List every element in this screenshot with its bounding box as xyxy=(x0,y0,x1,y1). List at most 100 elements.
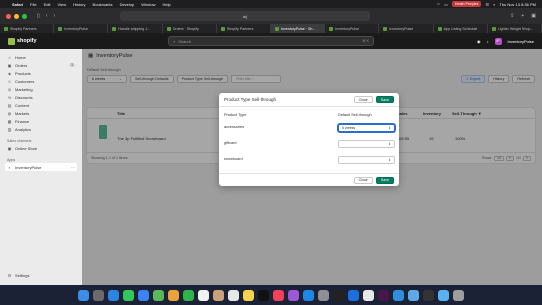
close-window-icon[interactable] xyxy=(6,13,11,19)
new-tab-icon[interactable]: + xyxy=(521,13,524,19)
calendar-icon[interactable] xyxy=(198,289,209,301)
podcasts-icon[interactable] xyxy=(288,289,299,301)
sidebar-item-markets[interactable]: ◍ Markets xyxy=(5,109,77,117)
snowboard-sell-through-select[interactable]: ⇕ xyxy=(338,156,395,164)
tv-icon[interactable] xyxy=(258,289,269,301)
folder-icon[interactable] xyxy=(438,289,449,301)
customers-icon: ☺ xyxy=(7,78,12,84)
appstore-icon[interactable] xyxy=(303,289,314,301)
tab-1[interactable]: InventoryPulse xyxy=(54,24,109,33)
home-icon: ⌂ xyxy=(8,54,11,60)
bell-icon[interactable]: ♪ xyxy=(487,39,489,44)
chrome-icon[interactable] xyxy=(363,289,374,301)
trash-icon[interactable] xyxy=(453,289,464,301)
sales-channels-heading[interactable]: Sales channels xyxy=(5,137,77,144)
tab-4[interactable]: Shopify Partners xyxy=(217,24,272,33)
sidebar-item-online-store[interactable]: ▣ Online Store xyxy=(5,144,77,152)
menu-develop[interactable]: Develop xyxy=(120,2,135,7)
battery-icon[interactable]: ▭ xyxy=(444,2,448,7)
reminders-icon[interactable] xyxy=(228,289,239,301)
tab-6[interactable]: InventoryPulse xyxy=(325,24,380,33)
back-icon[interactable]: ‹ xyxy=(46,13,48,19)
menu-file[interactable]: File xyxy=(30,2,36,7)
forward-icon[interactable]: › xyxy=(53,13,55,19)
sidebar-item-marketing[interactable]: ◎ Marketing xyxy=(5,85,77,93)
zoom-window-icon[interactable] xyxy=(22,13,27,19)
messages-icon[interactable] xyxy=(123,289,134,301)
menu-edit[interactable]: Edit xyxy=(44,2,51,7)
share-icon[interactable]: ⇪ xyxy=(510,13,514,19)
apps-heading[interactable]: Apps xyxy=(5,156,77,163)
sidebar-item-inventorypulse[interactable]: ▪ InventoryPulse ⋯ xyxy=(5,163,77,171)
tab-overview-icon[interactable]: ▣ xyxy=(531,13,536,19)
search-input[interactable]: ⌕ Search ⌘ K xyxy=(168,36,374,46)
close-button[interactable]: Close xyxy=(353,96,373,103)
menu-help[interactable]: Help xyxy=(162,2,170,7)
safari-icon[interactable] xyxy=(108,289,119,301)
spotlight-icon[interactable]: ⌕ xyxy=(493,2,495,7)
vscode-icon[interactable] xyxy=(393,289,404,301)
menu-safari[interactable]: Safari xyxy=(12,2,23,7)
macos-menu-bar: Safari File Edit View History Bookmarks … xyxy=(0,0,542,8)
tab-0[interactable]: Shopify Partners xyxy=(0,24,55,33)
user-pill[interactable]: Heath Peeples xyxy=(451,1,482,7)
product-type-sell-through-modal: Product Type Sell-through Close Save Pro… xyxy=(219,93,399,186)
tab-3[interactable]: Orders · Shopify xyxy=(163,24,217,33)
facetime-icon[interactable] xyxy=(183,289,194,301)
settings-icon[interactable] xyxy=(318,289,329,301)
menu-view[interactable]: View xyxy=(57,2,66,7)
mail-icon[interactable] xyxy=(138,289,149,301)
tab-8[interactable]: App Listing Schedule xyxy=(434,24,488,33)
sidebar-item-discounts[interactable]: % Discounts xyxy=(5,93,77,101)
shopify-logo[interactable]: shopify xyxy=(8,37,37,45)
preview-icon[interactable] xyxy=(408,289,419,301)
tab-favicon-icon xyxy=(329,26,334,31)
save-button[interactable]: Save xyxy=(375,96,394,103)
photos-icon[interactable] xyxy=(168,289,179,301)
footer-close-button[interactable]: Close xyxy=(353,176,373,184)
launchpad-icon[interactable] xyxy=(93,289,104,301)
sidebar-toggle-icon[interactable]: ▯ xyxy=(37,13,40,19)
tab-2[interactable]: Handle shipping 1... xyxy=(108,24,163,33)
sidebar-item-analytics[interactable]: ▥ Analytics xyxy=(5,125,77,133)
contacts-icon[interactable] xyxy=(213,289,224,301)
chevron-updown-icon: ⇕ xyxy=(388,142,391,146)
sidebar-item-orders[interactable]: ▣ Orders 1 xyxy=(5,61,77,69)
giftcard-sell-through-select[interactable]: ⇕ xyxy=(338,140,395,148)
accessories-sell-through-select[interactable]: 6 weeks ⇕ xyxy=(338,124,395,132)
terminal-icon[interactable] xyxy=(333,289,344,301)
avatar[interactable]: IP xyxy=(494,37,502,45)
music-icon[interactable] xyxy=(273,289,284,301)
xcode-icon[interactable] xyxy=(348,289,359,301)
activity-icon[interactable] xyxy=(423,289,434,301)
wifi-icon[interactable]: ◠ xyxy=(437,2,441,7)
sidebar-item-settings[interactable]: ⚙ Settings xyxy=(5,271,31,279)
discounts-icon: % xyxy=(7,94,12,100)
store-name[interactable]: InventoryPulse xyxy=(508,39,534,44)
finder-icon[interactable] xyxy=(78,289,89,301)
pin-icon[interactable]: ⋯ xyxy=(71,165,75,170)
sidebar-item-finance[interactable]: ▦ Finance xyxy=(5,117,77,125)
address-bar[interactable]: w| xyxy=(120,11,370,21)
minimize-window-icon[interactable] xyxy=(14,13,19,19)
notes-icon[interactable] xyxy=(243,289,254,301)
menu-window[interactable]: Window xyxy=(141,2,155,7)
app-icon: ▪ xyxy=(8,164,11,170)
menu-history[interactable]: History xyxy=(73,2,85,7)
menubar-clock[interactable]: Thu Nov 13 8:36 PM xyxy=(499,2,536,7)
sidebar-item-content[interactable]: ▤ Content xyxy=(5,101,77,109)
menu-bookmarks[interactable]: Bookmarks xyxy=(93,2,113,7)
slack-icon[interactable] xyxy=(378,289,389,301)
sidebar-item-products[interactable]: ◈ Products xyxy=(5,69,77,77)
sidebar-item-customers[interactable]: ☺ Customers xyxy=(5,77,77,85)
sidebar-item-home[interactable]: ⌂ Home xyxy=(5,53,77,61)
control-center-icon[interactable]: ☰ xyxy=(485,2,489,7)
notifications-icon[interactable]: ◉ xyxy=(477,39,481,44)
maps-icon[interactable] xyxy=(153,289,164,301)
footer-save-button[interactable]: Save xyxy=(375,176,394,184)
product-type-giftcard: giftcard xyxy=(224,141,237,145)
menubar-status-area: ◠ ▭ Heath Peeples ☰ ⌕ Thu Nov 13 8:36 PM xyxy=(437,1,536,7)
tab-9[interactable]: Lighter Weight Shop... xyxy=(488,24,542,33)
tab-7[interactable]: InventoryPulse xyxy=(379,24,434,33)
tab-5-active[interactable]: InventoryPulse · Sh... xyxy=(271,24,326,33)
